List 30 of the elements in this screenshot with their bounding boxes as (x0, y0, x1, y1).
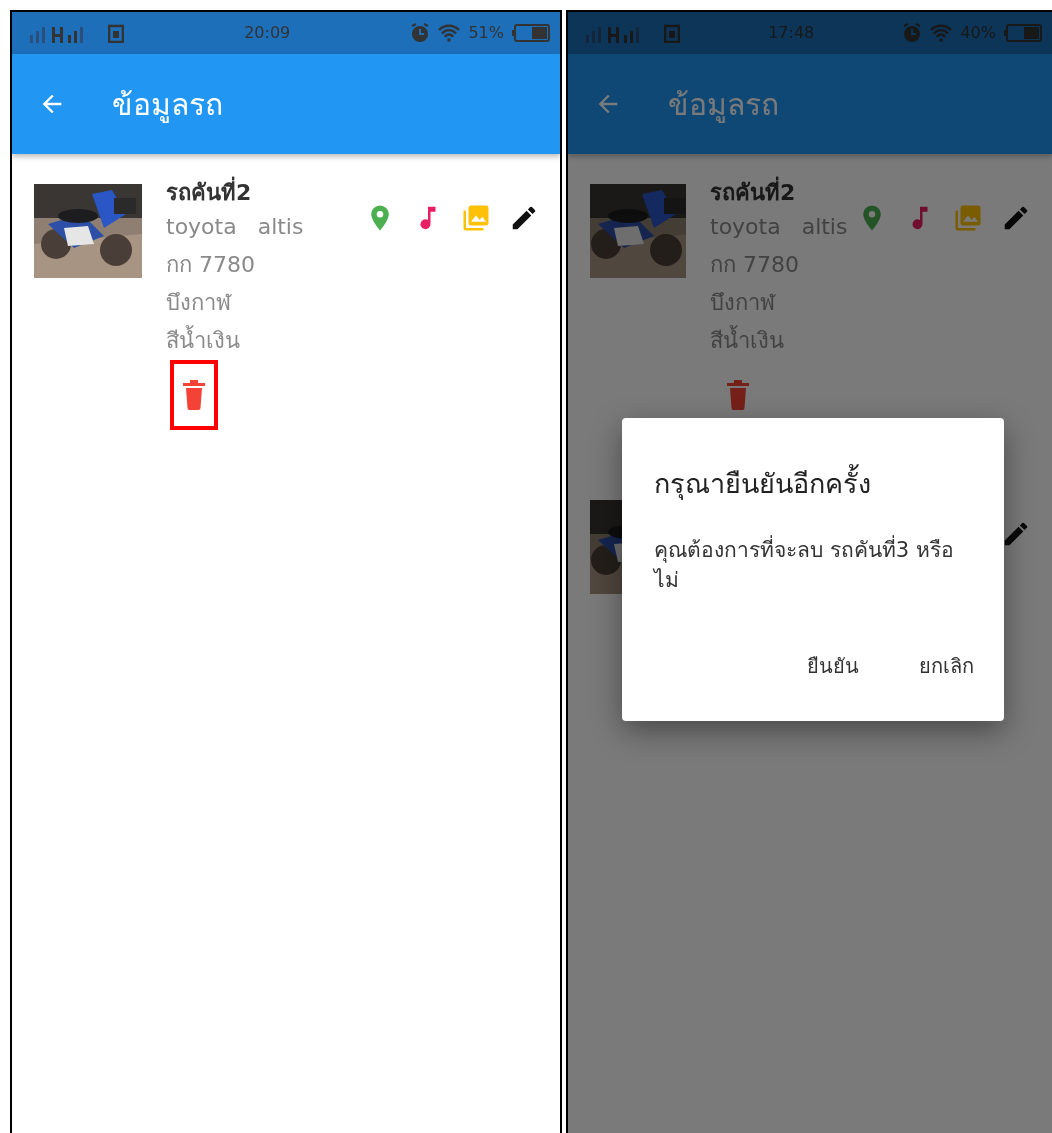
cancel-button[interactable]: ยกเลิก (919, 646, 974, 685)
dialog-title: กรุณายืนยันอีกครั้ง (654, 464, 974, 505)
car-color: สีน้ำเงิน (166, 322, 240, 360)
battery-icon (512, 24, 550, 42)
car-name: รถคันที่2 (710, 178, 796, 208)
alarm-clock-icon (410, 23, 431, 43)
alarm-clock-icon (902, 23, 923, 43)
license-plate: กก 7780 (710, 251, 799, 279)
sim-card-icon (664, 23, 680, 43)
photo-library-icon[interactable] (461, 203, 491, 233)
car-color: สีน้ำเงิน (710, 322, 784, 360)
license-plate: กก 7780 (166, 251, 255, 279)
app-bar-title: ข้อมูลรถ (668, 85, 779, 125)
sim-card-icon (108, 23, 124, 43)
battery-percentage: 51% (468, 22, 504, 44)
clock-time: 20:09 (243, 22, 292, 44)
province-name: บึงกาฬ (166, 289, 231, 317)
wifi-icon (438, 24, 461, 42)
photo-library-icon[interactable] (953, 203, 983, 233)
battery-icon (1004, 24, 1042, 42)
car-model: toyota altis (710, 213, 848, 241)
clock-time: 17:48 (767, 22, 816, 44)
dialog-message: คุณต้องการที่จะลบ รถคันที่3 หรือไม่ (654, 534, 955, 594)
car-model: toyota altis (166, 213, 304, 241)
wifi-icon (930, 24, 953, 42)
app-bar-title: ข้อมูลรถ (112, 85, 223, 125)
car-name: รถคันที่2 (166, 178, 252, 208)
battery-percentage: 40% (960, 22, 996, 44)
confirm-button[interactable]: ยืนยัน (807, 646, 859, 685)
province-name: บึงกาฬ (710, 289, 775, 317)
